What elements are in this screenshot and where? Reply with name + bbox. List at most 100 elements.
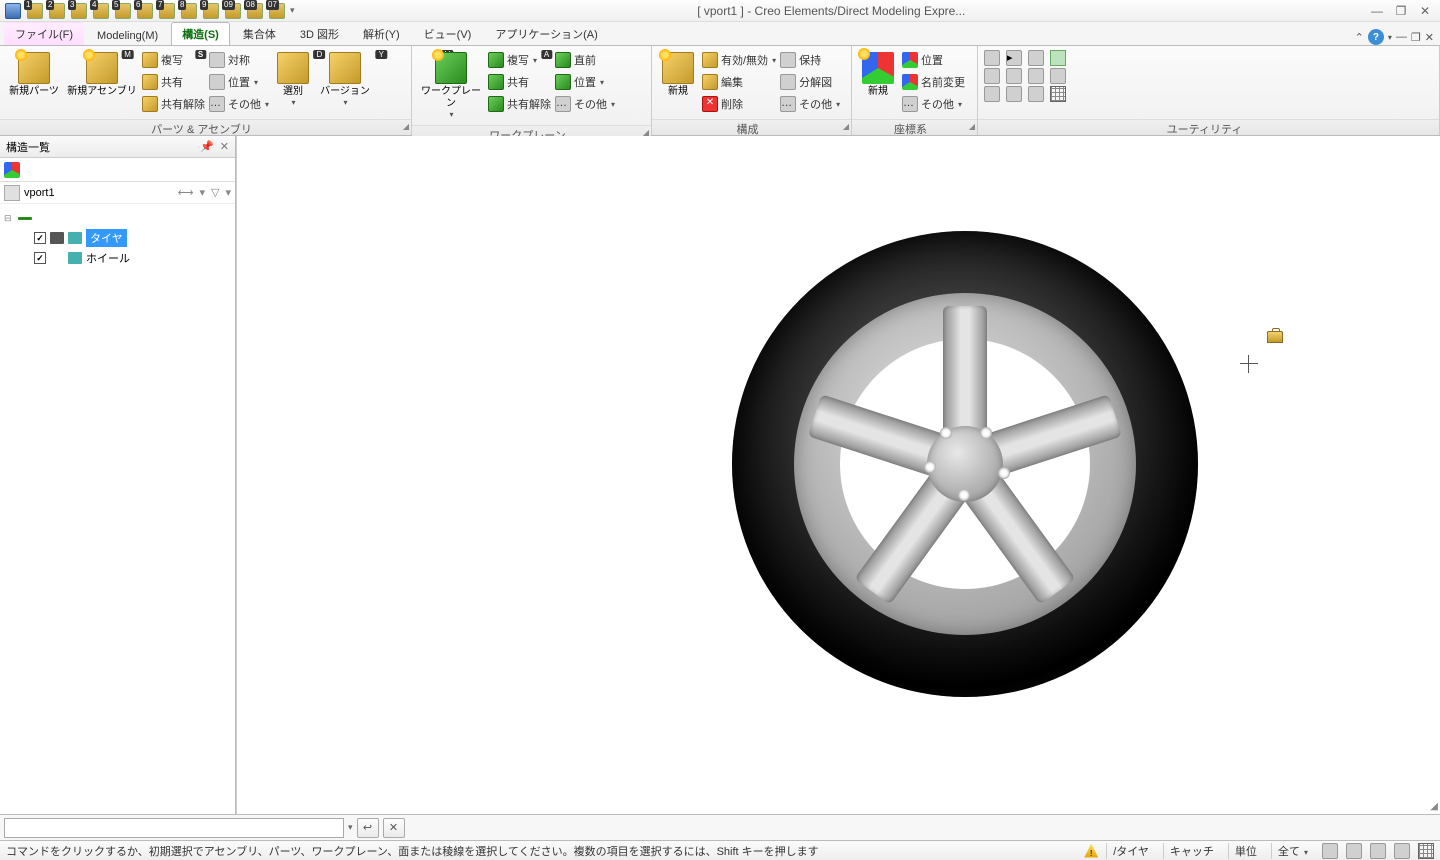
panel-close-icon[interactable]: ✕ — [220, 140, 229, 153]
cs-rename-button[interactable]: 名前変更 — [902, 72, 965, 92]
enable-disable-button[interactable]: 有効/無効▾ — [702, 50, 776, 70]
vport-tool-3[interactable]: ▾ — [225, 186, 231, 199]
cfg-new-button[interactable]: 新規 — [658, 50, 698, 100]
position-button[interactable]: 位置▾ — [209, 72, 269, 92]
display-mode-icon[interactable] — [50, 232, 64, 244]
status-view-4[interactable] — [1394, 843, 1410, 859]
unshare-button[interactable]: 共有解除 — [142, 94, 205, 114]
workplane-button[interactable]: ワークプレーン ▾ — [418, 50, 484, 121]
util-icon-9[interactable] — [1028, 86, 1044, 102]
util-icon-2[interactable] — [984, 68, 1000, 84]
qa-btn-2[interactable]: 2 — [48, 2, 66, 20]
util-icon-10[interactable] — [1050, 68, 1066, 84]
tab-assembly[interactable]: 集合体 — [232, 22, 287, 45]
tab-3dshape[interactable]: 3D 図形D — [289, 22, 350, 45]
mdi-restore-icon[interactable]: ❐ — [1411, 31, 1421, 44]
status-view-1[interactable] — [1322, 843, 1338, 859]
launcher-icon[interactable]: ◢ — [969, 122, 975, 131]
tab-file[interactable]: ファイル(F) — [4, 22, 84, 45]
launcher-icon[interactable]: ◢ — [403, 122, 409, 131]
share-button[interactable]: 共有 — [142, 72, 205, 92]
filter-icon[interactable]: ▽ — [211, 186, 219, 199]
status-all[interactable]: 全て ▾ — [1271, 843, 1314, 859]
qa-btn-3[interactable]: 3 — [70, 2, 88, 20]
resize-grip-icon[interactable]: ◢ — [1430, 801, 1438, 812]
help-dropdown-icon[interactable]: ▾ — [1388, 33, 1392, 42]
command-input[interactable] — [4, 818, 344, 838]
util-color-swatch[interactable] — [1050, 50, 1066, 66]
tab-modeling[interactable]: Modeling(M)M — [86, 26, 169, 45]
keep-button[interactable]: 保持 — [780, 50, 840, 70]
edit-button[interactable]: 編集 — [702, 72, 776, 92]
vport-tool-2[interactable]: ▾ — [199, 186, 205, 199]
qa-btn-1[interactable]: 1 — [26, 2, 44, 20]
util-icon-4[interactable]: ▸ — [1006, 50, 1022, 66]
qa-btn-07[interactable]: 07 — [268, 2, 286, 20]
wp-unshare-button[interactable]: 共有解除 — [488, 94, 551, 114]
util-icon-5[interactable] — [1006, 68, 1022, 84]
qa-btn-7[interactable]: 7 — [158, 2, 176, 20]
exploded-button[interactable]: 分解図 — [780, 72, 840, 92]
util-icon-8[interactable] — [1028, 68, 1044, 84]
qa-btn-5[interactable]: 5 — [114, 2, 132, 20]
qa-btn-4[interactable]: 4 — [92, 2, 110, 20]
status-unit[interactable]: 単位 — [1228, 843, 1263, 859]
other-button[interactable]: …その他▾ — [209, 94, 269, 114]
tab-view[interactable]: ビュー(V)V — [413, 22, 483, 45]
select-button[interactable]: 選別 ▾ — [273, 50, 313, 109]
close-button[interactable]: ✕ — [1416, 3, 1434, 19]
pin-icon[interactable]: 📌 — [200, 140, 214, 153]
mdi-close-icon[interactable]: ✕ — [1425, 31, 1434, 44]
tree-item-wheel[interactable]: ✓ ホイール — [2, 248, 233, 268]
status-view-3[interactable] — [1370, 843, 1386, 859]
wp-position-button[interactable]: 位置▾ — [555, 72, 615, 92]
status-catch[interactable]: キャッチ — [1163, 843, 1220, 859]
app-icon[interactable] — [4, 2, 22, 20]
qa-btn-8[interactable]: 8 — [180, 2, 198, 20]
cfg-other-button[interactable]: …その他▾ — [780, 94, 840, 114]
warning-icon[interactable]: ! — [1084, 844, 1098, 858]
util-icon-6[interactable] — [1006, 86, 1022, 102]
util-icon-1[interactable] — [984, 50, 1000, 66]
tree-item-tire[interactable]: ✓ タイヤ — [2, 228, 233, 248]
wp-share-button[interactable]: 共有 — [488, 72, 551, 92]
cs-position-button[interactable]: 位置 — [902, 50, 965, 70]
cmd-dropdown-icon[interactable]: ▾ — [348, 822, 353, 833]
cs-other-button[interactable]: …その他▾ — [902, 94, 965, 114]
3d-viewport[interactable]: ◢ — [236, 136, 1440, 814]
menubar-up-icon[interactable]: ⌃ — [1355, 31, 1364, 44]
cs-new-button[interactable]: 新規 — [858, 50, 898, 100]
checkbox-wheel[interactable]: ✓ — [34, 252, 46, 264]
qa-btn-08[interactable]: 08 — [246, 2, 264, 20]
delete-button[interactable]: ✕削除 — [702, 94, 776, 114]
panel-tool-icon[interactable] — [4, 162, 20, 178]
status-view-2[interactable] — [1346, 843, 1362, 859]
wp-front-button[interactable]: 直前 — [555, 50, 615, 70]
vport-tool-1[interactable]: ⟷ — [178, 186, 194, 199]
util-icon-3[interactable] — [984, 86, 1000, 102]
launcher-icon[interactable]: ◢ — [843, 122, 849, 131]
wp-other-button[interactable]: …その他▾ — [555, 94, 615, 114]
help-icon[interactable]: ? — [1368, 29, 1384, 45]
tab-application[interactable]: アプリケーション(A)A — [484, 22, 608, 45]
tab-structure[interactable]: 構造(S)S — [171, 22, 230, 45]
status-path[interactable]: /タイヤ — [1106, 843, 1155, 859]
mdi-minimize-icon[interactable]: — — [1396, 31, 1407, 43]
tree-root[interactable]: ⊟ — [2, 208, 233, 228]
qa-btn-9[interactable]: 9 — [202, 2, 220, 20]
version-button[interactable]: バージョン ▾ — [317, 50, 373, 109]
checkbox-tire[interactable]: ✓ — [34, 232, 46, 244]
qa-btn-09[interactable]: 09 — [224, 2, 242, 20]
new-part-button[interactable]: 新規パーツ — [6, 50, 62, 100]
maximize-button[interactable]: ❐ — [1392, 3, 1410, 19]
wheel-model[interactable] — [732, 231, 1198, 697]
qa-btn-6[interactable]: 6 — [136, 2, 154, 20]
expand-icon[interactable]: ⊟ — [4, 213, 14, 224]
util-grid-icon[interactable] — [1050, 86, 1066, 102]
util-icon-7[interactable] — [1028, 50, 1044, 66]
cmd-cancel-button[interactable]: ✕ — [383, 818, 405, 838]
symmetry-button[interactable]: 対称 — [209, 50, 269, 70]
cmd-accept-button[interactable]: ↩ — [357, 818, 379, 838]
status-grid-icon[interactable] — [1418, 843, 1434, 859]
tab-analysis[interactable]: 解析(Y)Y — [352, 22, 411, 45]
